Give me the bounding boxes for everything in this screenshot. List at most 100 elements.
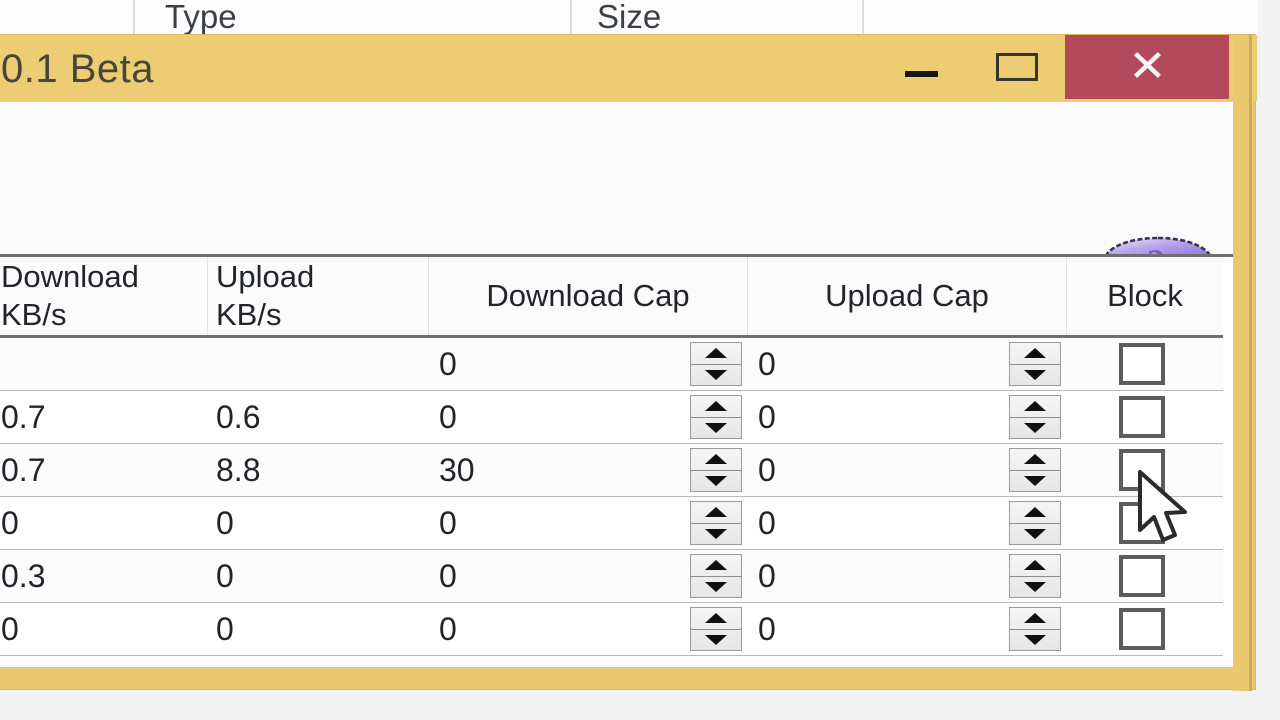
close-icon: ✕ (1127, 42, 1167, 91)
window-client-area: ? Download KB/s Upload KB/s Download Ca (0, 101, 1233, 667)
block-checkbox[interactable] (1119, 555, 1165, 597)
column-header-block[interactable]: Block (1067, 257, 1223, 335)
block-checkbox[interactable] (1119, 502, 1165, 544)
chevron-up-icon (1024, 348, 1046, 359)
window-right-border (1233, 35, 1249, 691)
chevron-down-icon (1024, 475, 1046, 486)
stepper-down-button[interactable] (691, 524, 741, 545)
stepper-control[interactable] (690, 607, 742, 651)
stepper-down-button[interactable] (1010, 365, 1060, 386)
chevron-down-icon (1024, 581, 1046, 592)
stepper-down-button[interactable] (1010, 630, 1060, 651)
stepper-control[interactable] (1009, 554, 1061, 598)
stepper-control[interactable] (690, 554, 742, 598)
stepper-down-button[interactable] (1010, 418, 1060, 439)
chevron-down-icon (1024, 369, 1046, 380)
table-row[interactable]: 0000 (0, 603, 1223, 656)
stepper-down-button[interactable] (691, 418, 741, 439)
stepper-up-button[interactable] (691, 502, 741, 524)
stepper-control[interactable] (690, 448, 742, 492)
table-body: 0 0 0.7 0.6 0 0 0.7 8.8 30 0 0 0 0 0 0.3 0 0 0 0 0 0 0 (0, 338, 1223, 656)
stepper-control[interactable] (690, 501, 742, 545)
stepper-down-button[interactable] (691, 577, 741, 598)
stepper-up-button[interactable] (1010, 396, 1060, 418)
table-header-row: Download KB/s Upload KB/s Download Cap U… (0, 257, 1223, 338)
window-title: 0.1 Beta (1, 47, 155, 91)
stepper-control[interactable] (1009, 448, 1061, 492)
stepper-control[interactable] (1009, 607, 1061, 651)
column-header-download-kbs[interactable]: Download KB/s (0, 257, 208, 335)
stepper-down-button[interactable] (1010, 577, 1060, 598)
stepper-down-button[interactable] (691, 365, 741, 386)
stepper-down-button[interactable] (1010, 524, 1060, 545)
minimize-icon (904, 71, 938, 77)
stepper-down-button[interactable] (1010, 471, 1060, 492)
bg-column-divider (570, 0, 572, 36)
block-checkbox[interactable] (1119, 343, 1165, 385)
cell-upload-kbs (208, 338, 429, 390)
application-window: 0.1 Beta ✕ Download KB/s Upload KB/s Dow… (0, 34, 1257, 691)
maximize-button[interactable] (969, 36, 1065, 98)
stepper-control[interactable] (690, 395, 742, 439)
stepper-up-button[interactable] (691, 555, 741, 577)
chevron-up-icon (705, 613, 727, 624)
stepper-up-button[interactable] (1010, 343, 1060, 365)
stepper-up-button[interactable] (691, 396, 741, 418)
column-header-label: Upload Cap (825, 278, 989, 314)
window-titlebar[interactable]: 0.1 Beta ✕ (0, 35, 1257, 101)
chevron-down-icon (705, 581, 727, 592)
bg-column-divider (133, 0, 135, 36)
desktop-right-gutter (1258, 0, 1280, 720)
stepper-down-button[interactable] (691, 630, 741, 651)
table-row[interactable]: 0.7 8.8 30 0 (0, 444, 1223, 497)
cell-download-kbs: 0 (1, 610, 19, 647)
cell-download-kbs: 0.7 (1, 451, 46, 488)
stepper-down-button[interactable] (691, 471, 741, 492)
chevron-up-icon (1024, 454, 1046, 465)
stepper-up-button[interactable] (691, 449, 741, 471)
stepper-up-button[interactable] (691, 608, 741, 630)
chevron-up-icon (1024, 507, 1046, 518)
minimize-button[interactable] (873, 36, 969, 98)
stepper-control[interactable] (690, 342, 742, 386)
table-row[interactable]: 0.3 0 0 0 (0, 550, 1223, 603)
stepper-up-button[interactable] (1010, 608, 1060, 630)
cell-download-kbs: 0.3 (1, 557, 46, 594)
stepper-control[interactable] (1009, 395, 1061, 439)
table-row[interactable]: 0000 (0, 497, 1223, 550)
chevron-down-icon (1024, 528, 1046, 539)
bg-column-divider (862, 0, 864, 36)
table-row[interactable]: 00 (0, 338, 1223, 391)
block-checkbox[interactable] (1119, 396, 1165, 438)
cell-download-kbs (0, 338, 208, 390)
block-checkbox[interactable] (1119, 449, 1165, 491)
maximize-icon (996, 53, 1038, 81)
column-header-upload-kbs[interactable]: Upload KB/s (208, 257, 429, 335)
block-checkbox[interactable] (1119, 608, 1165, 650)
chevron-down-icon (705, 422, 727, 433)
stepper-up-button[interactable] (1010, 555, 1060, 577)
column-header-upload-cap[interactable]: Upload Cap (748, 257, 1067, 335)
column-header-label: Download KB/s (1, 259, 139, 332)
cell-upload-kbs: 0 (216, 504, 234, 541)
stepper-up-button[interactable] (1010, 502, 1060, 524)
table-row[interactable]: 0.7 0.6 0 0 (0, 391, 1223, 444)
cell-upload-kbs: 0 (216, 610, 234, 647)
chevron-up-icon (705, 507, 727, 518)
chevron-up-icon (705, 348, 727, 359)
cell-download-kbs: 0 (1, 504, 19, 541)
stepper-control[interactable] (1009, 501, 1061, 545)
stepper-control[interactable] (1009, 342, 1061, 386)
screen: Type Size 0.1 Beta ✕ Download KB/s Uploa… (0, 0, 1280, 720)
column-header-download-cap[interactable]: Download Cap (429, 257, 748, 335)
stepper-up-button[interactable] (1010, 449, 1060, 471)
chevron-down-icon (705, 475, 727, 486)
close-button[interactable]: ✕ (1065, 35, 1229, 99)
stepper-up-button[interactable] (691, 343, 741, 365)
bg-column-header-size: Size (597, 0, 662, 35)
chevron-down-icon (705, 528, 727, 539)
column-header-label: Block (1107, 278, 1183, 314)
cell-upload-kbs: 8.8 (216, 451, 261, 488)
window-outer-edge (1249, 35, 1252, 691)
chevron-up-icon (1024, 613, 1046, 624)
